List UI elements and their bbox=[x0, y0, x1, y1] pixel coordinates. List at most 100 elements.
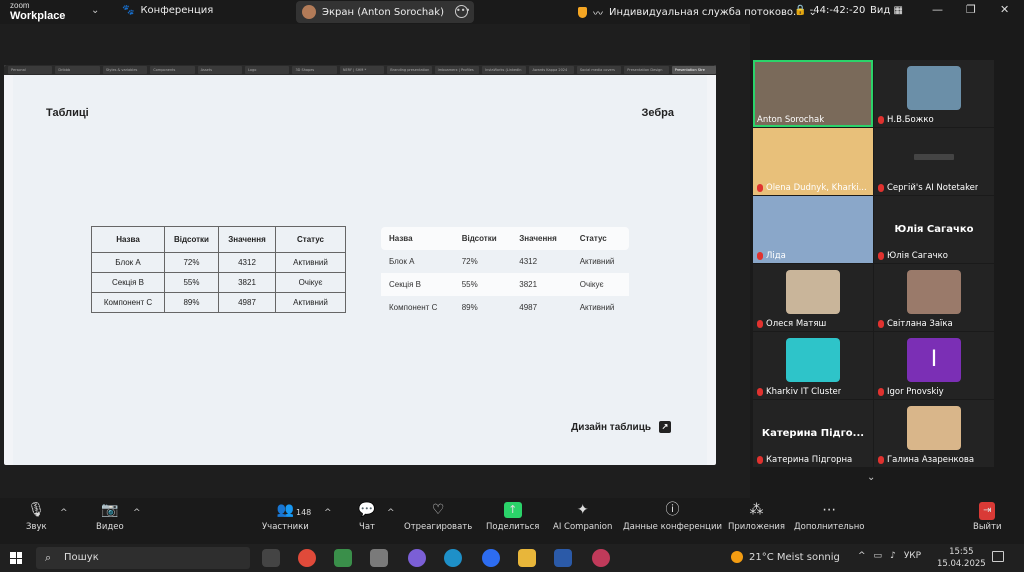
weather-widget[interactable]: 21°C Meist sonnig bbox=[731, 551, 840, 563]
chevron-down-icon[interactable]: ⌄ bbox=[91, 5, 99, 16]
more-icon: ⋯ bbox=[822, 502, 837, 518]
browser-tab[interactable]: Presentation Stre bbox=[671, 66, 716, 74]
word-icon[interactable] bbox=[554, 549, 572, 567]
browser-tab[interactable]: Dribbb bbox=[55, 66, 100, 74]
chat-button[interactable]: 💬 Чат bbox=[358, 502, 376, 532]
chevron-up-icon[interactable]: ^ bbox=[133, 508, 141, 518]
view-button[interactable]: Вид ▦ bbox=[870, 5, 903, 16]
streaming-service[interactable]: 〰 Индивидуальная служба потоково... ⌄ bbox=[578, 5, 817, 20]
browser-tab[interactable]: NERF | SHM * bbox=[339, 66, 385, 74]
bordered-table: Назва Відсотки Значення Статус Блок А 72%… bbox=[91, 226, 346, 313]
close-icon[interactable]: ✕ bbox=[1000, 3, 1009, 16]
participant-tile[interactable]: Катерина Підго... Катерина Підгорна bbox=[753, 400, 873, 467]
restore-icon[interactable]: ❐ bbox=[966, 3, 976, 16]
share-button[interactable]: ↑ Поделиться bbox=[486, 502, 539, 532]
video-button[interactable]: 📷 Видео bbox=[96, 502, 124, 532]
sparkle-icon: ✦ bbox=[576, 502, 589, 518]
browser-tab[interactable]: 3D Shapes bbox=[292, 66, 337, 74]
meeting-info[interactable]: 🐾 Конференция bbox=[122, 5, 213, 16]
folder-icon[interactable] bbox=[518, 549, 536, 567]
participant-tile[interactable]: Галина Азаренкова bbox=[874, 400, 994, 467]
apps-button[interactable]: ⁂ Приложения bbox=[728, 502, 785, 532]
edge-icon[interactable] bbox=[444, 549, 462, 567]
paw-icon: 🐾 bbox=[122, 5, 135, 16]
participant-tile[interactable]: Kharkiv IT Cluster bbox=[753, 332, 873, 399]
participant-gallery: Anton Sorochak Н.В.Божко Olena Dudnyk, Kha… bbox=[753, 60, 995, 468]
participant-tile[interactable]: Юлія Сагачко Юлія Сагачко bbox=[874, 196, 994, 263]
browser-tab[interactable]: InstaWorks (LinkedIn bbox=[482, 66, 527, 74]
app-icon[interactable] bbox=[370, 549, 388, 567]
participants-button[interactable]: 👥 Участники bbox=[262, 502, 309, 532]
zebra-table: Назва Відсотки Значення Статус Блок А 72%… bbox=[381, 227, 629, 319]
participant-tile[interactable]: Olena Dudnyk, Kharki... bbox=[753, 128, 873, 195]
participant-tile[interactable]: Н.В.Божко bbox=[874, 60, 994, 127]
zoom-icon[interactable] bbox=[482, 549, 500, 567]
avatar: I bbox=[907, 338, 961, 382]
system-tray[interactable]: ^ ▭ ♪ УКР bbox=[858, 551, 921, 561]
browser-tab[interactable]: Social media covers bbox=[576, 66, 622, 74]
table-row: Компонент С 89% 4987 Активний bbox=[389, 303, 615, 312]
more-button[interactable]: ⋯ Дополнительно bbox=[794, 502, 865, 532]
browser-tab[interactable]: Branding presentation bbox=[387, 66, 432, 74]
meeting-data-button[interactable]: ⓘ Данные конференции bbox=[623, 502, 722, 532]
more-icon[interactable]: ••• bbox=[455, 5, 470, 18]
minimize-icon[interactable]: — bbox=[932, 3, 943, 16]
design-tables-link[interactable]: Дизайн таблиць ↗ bbox=[571, 421, 671, 433]
participant-tile[interactable]: I Igor Pnovskiy bbox=[874, 332, 994, 399]
taskbar-search[interactable]: ⌕ Пошук bbox=[36, 547, 250, 569]
browser-tab[interactable]: Logo bbox=[245, 66, 290, 74]
browser-tab[interactable]: Personal bbox=[8, 66, 53, 74]
browser-tab[interactable]: Assets bbox=[197, 66, 243, 74]
participant-tile[interactable]: Світлана Заїка bbox=[874, 264, 994, 331]
slide-title: Таблиці bbox=[46, 107, 89, 119]
participant-name: Галина Азаренкова bbox=[887, 455, 975, 465]
participant-name: Катерина Підгорна bbox=[766, 455, 853, 465]
browser-tab[interactable]: Awards Kappa 2024 bbox=[529, 66, 574, 74]
chevron-up-icon[interactable]: ^ bbox=[324, 508, 332, 518]
chevron-down-icon[interactable]: ⌄ bbox=[867, 472, 875, 483]
participant-name: Anton Sorochak bbox=[757, 115, 825, 125]
notetaker-logo bbox=[914, 154, 954, 160]
chrome-icon[interactable] bbox=[298, 549, 316, 567]
signal-icon: 〰 bbox=[593, 9, 603, 20]
clock[interactable]: 15:55 15.04.2025 bbox=[937, 546, 986, 570]
react-button[interactable]: ♡ Отреагировать bbox=[404, 502, 472, 532]
share-up-icon: ↑ bbox=[503, 502, 522, 518]
browser-tab[interactable]: Imboamerx | Profiles bbox=[434, 66, 480, 74]
viber-icon[interactable] bbox=[408, 549, 426, 567]
network-icon: ▭ bbox=[873, 551, 883, 561]
notification-icon[interactable] bbox=[992, 551, 1004, 562]
app-icon[interactable] bbox=[592, 549, 610, 567]
browser-tab[interactable]: Styles & variables bbox=[102, 66, 148, 74]
shared-screen[interactable]: Personal Dribbb Styles & variables Componen… bbox=[4, 65, 716, 465]
avatar bbox=[786, 338, 840, 382]
chevron-up-icon: ^ bbox=[858, 551, 866, 561]
apps-icon: ⁂ bbox=[749, 502, 764, 518]
table-row: Компонент С 89% 4987 Активний bbox=[91, 292, 346, 313]
participant-name: Olena Dudnyk, Kharki... bbox=[766, 183, 867, 193]
chevron-up-icon[interactable]: ^ bbox=[387, 508, 395, 518]
task-view-icon[interactable] bbox=[262, 549, 280, 567]
sound-button[interactable]: 🎙 Звук bbox=[26, 502, 47, 532]
participant-tile[interactable]: Сергій's AI Notetaker bbox=[874, 128, 994, 195]
participant-tile[interactable]: Олеся Матяш bbox=[753, 264, 873, 331]
arrow-up-right-icon: ↗ bbox=[659, 421, 671, 433]
participant-tile[interactable]: Ліда bbox=[753, 196, 873, 263]
mic-muted-icon bbox=[878, 320, 884, 328]
participant-display-name: Юлія Сагачко bbox=[894, 224, 974, 235]
participant-tile[interactable]: Anton Sorochak bbox=[753, 60, 873, 127]
chevron-up-icon[interactable]: ^ bbox=[60, 508, 68, 518]
mic-muted-icon: 🎙 bbox=[27, 502, 46, 518]
video-off-icon: 📷 bbox=[101, 502, 119, 518]
screen-share-pill[interactable]: Экран (Anton Sorochak) ••• bbox=[296, 1, 474, 23]
participant-name-label: Катерина Підгорна bbox=[757, 455, 852, 465]
exit-button[interactable]: ⇥ Выйти bbox=[973, 502, 1002, 532]
browser-tab[interactable]: Presentation Design bbox=[624, 66, 669, 74]
browser-tab[interactable]: Components bbox=[150, 66, 195, 74]
table-row: Блок А 72% 4312 Активний bbox=[91, 252, 346, 273]
exit-icon: ⇥ bbox=[979, 502, 996, 520]
windows-start-icon[interactable] bbox=[10, 552, 22, 564]
browser-tabs: Personal Dribbb Styles & variables Componen… bbox=[4, 65, 716, 75]
ai-companion-button[interactable]: ✦ AI Companion bbox=[553, 502, 612, 532]
meet-icon[interactable] bbox=[334, 549, 352, 567]
